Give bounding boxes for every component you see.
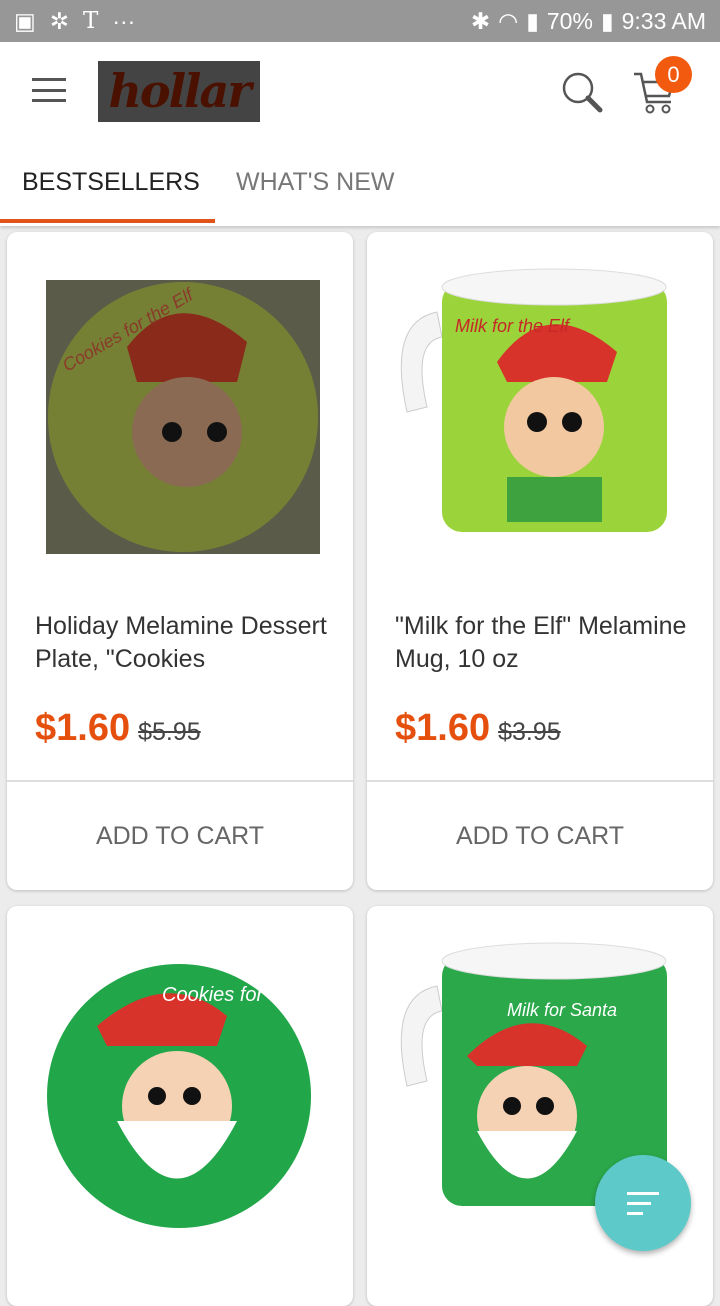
- bluetooth-icon: ✱: [470, 7, 491, 34]
- t-icon: T: [83, 8, 99, 34]
- signal-icon: ▮: [526, 7, 539, 34]
- product-image-text: Milk for the Elf: [455, 316, 571, 336]
- cart-count-badge: 0: [655, 56, 692, 93]
- battery-level: 70%: [546, 7, 593, 34]
- product-image-text: Milk for Santa: [507, 1000, 617, 1020]
- product-title[interactable]: Holiday Melamine Dessert Plate, "Cookies: [35, 610, 335, 676]
- tab-bestsellers[interactable]: BESTSELLERS: [22, 168, 200, 197]
- product-image[interactable]: Cookies for the Elf: [7, 232, 353, 582]
- product-title[interactable]: "Milk for the Elf" Melamine Mug, 10 oz: [395, 610, 695, 676]
- add-to-cart-button[interactable]: ADD TO CART: [7, 782, 353, 890]
- battery-icon: ▮: [600, 7, 614, 34]
- search-icon[interactable]: [560, 70, 604, 114]
- product-image[interactable]: Milk for the Elf: [367, 232, 713, 582]
- product-image-text: Cookies for Santa: [162, 984, 321, 1006]
- original-price: $5.95: [138, 718, 201, 746]
- clock: 9:33 AM: [621, 7, 706, 34]
- add-to-cart-button[interactable]: ADD TO CART: [367, 782, 713, 890]
- tab-bar: BESTSELLERS WHAT'S NEW: [0, 142, 720, 226]
- price-row: $1.60 $3.95: [395, 707, 561, 750]
- filter-button[interactable]: [595, 1155, 691, 1251]
- menu-icon[interactable]: [32, 78, 66, 102]
- product-card[interactable]: Cookies for Santa: [7, 906, 353, 1306]
- cluster-icon: ✲: [49, 7, 70, 34]
- app-header: hollar 0: [0, 42, 720, 142]
- sale-price: $1.60: [395, 707, 491, 749]
- tab-whats-new[interactable]: WHAT'S NEW: [236, 168, 394, 197]
- product-image[interactable]: Cookies for Santa: [7, 906, 353, 1256]
- logo[interactable]: hollar: [98, 61, 260, 122]
- product-card[interactable]: Milk for the Elf "Milk for the Elf" Mela…: [367, 232, 713, 890]
- sale-price: $1.60: [35, 707, 131, 749]
- active-tab-indicator: [0, 219, 215, 223]
- price-row: $1.60 $5.95: [35, 707, 201, 750]
- more-icon: ···: [112, 7, 136, 34]
- product-card[interactable]: Cookies for the Elf Holiday Melamine Des…: [7, 232, 353, 890]
- status-bar: ▣ ✲ T ··· ✱ ◠ ▮ 70% ▮ 9:33 AM: [0, 0, 720, 42]
- original-price: $3.95: [498, 718, 561, 746]
- image-icon: ▣: [14, 7, 36, 34]
- wifi-icon: ◠: [498, 7, 519, 34]
